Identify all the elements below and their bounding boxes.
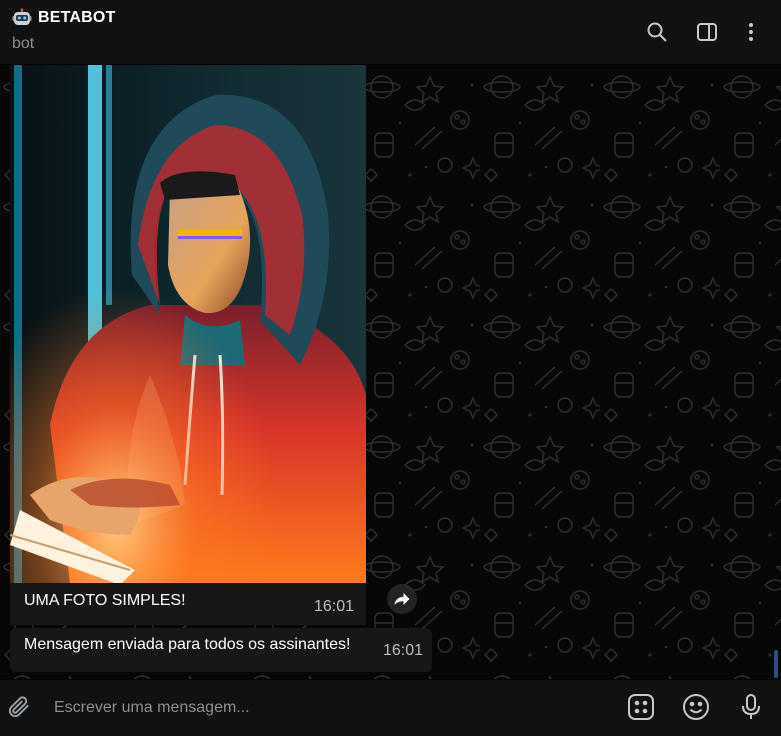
message-composer — [0, 679, 781, 736]
search-icon[interactable] — [645, 20, 669, 44]
chat-title: BETABOT — [38, 9, 116, 26]
microphone-icon[interactable] — [736, 692, 766, 722]
paperclip-icon[interactable] — [6, 694, 32, 720]
message-input[interactable] — [54, 696, 594, 720]
sidebar-toggle-icon[interactable] — [695, 20, 719, 44]
message-text: Mensagem enviada para todos os assinante… — [24, 636, 351, 653]
forward-arrow-icon — [394, 593, 410, 605]
title-row[interactable]: BETABOT — [12, 8, 116, 28]
bot-emoji-icon — [12, 8, 32, 25]
bot-commands-icon[interactable] — [626, 692, 656, 722]
more-vertical-icon[interactable] — [739, 20, 763, 44]
photo-message-time: 16:01 — [313, 598, 354, 615]
text-message[interactable]: Mensagem enviada para todos os assinante… — [10, 628, 432, 672]
scrollbar-thumb[interactable] — [774, 650, 778, 678]
emoji-icon[interactable] — [681, 692, 711, 722]
message-photo[interactable] — [10, 65, 366, 583]
chat-area[interactable]: UMA FOTO SIMPLES! 16:01 Mensagem enviada… — [0, 65, 781, 679]
photo-message[interactable]: UMA FOTO SIMPLES! 16:01 — [10, 65, 366, 625]
photo-caption: UMA FOTO SIMPLES! — [24, 592, 186, 609]
text-message-time: 16:01 — [383, 642, 424, 659]
chat-subtitle: bot — [12, 35, 35, 52]
chat-header: BETABOT bot — [0, 0, 781, 65]
forward-button[interactable] — [387, 584, 417, 614]
